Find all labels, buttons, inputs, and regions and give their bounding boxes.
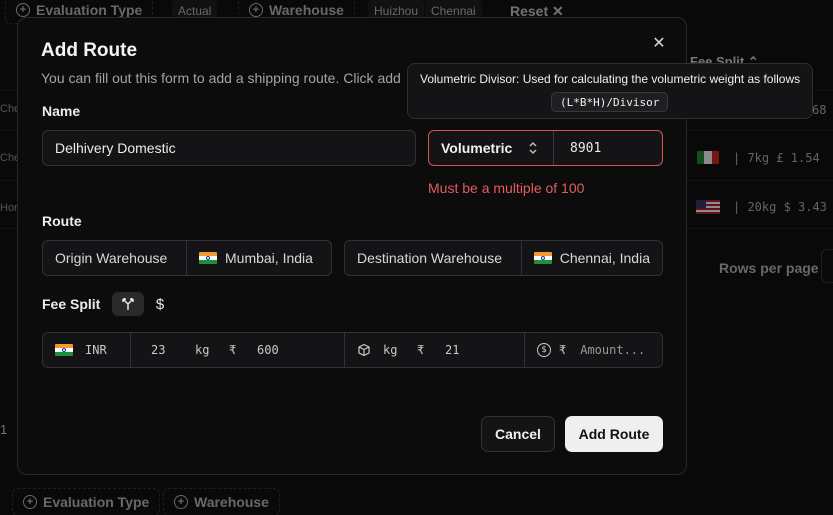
india-flag-icon (533, 252, 552, 264)
split-arrows-icon (121, 297, 135, 311)
tooltip-formula: (L*B*H)/Divisor (551, 92, 669, 112)
volumetric-divisor-tooltip: Volumetric Divisor: Used for calculating… (407, 63, 813, 119)
destination-warehouse-label: Destination Warehouse (357, 250, 503, 266)
add-route-button[interactable]: Add Route (565, 416, 663, 452)
currency-mode-toggle[interactable]: $ (144, 292, 176, 316)
fee-split-label: Fee Split (42, 296, 101, 312)
india-flag-icon (199, 252, 217, 264)
split-mode-toggle[interactable] (112, 292, 144, 316)
name-input[interactable]: Delhivery Domestic (42, 130, 416, 166)
currency-select[interactable]: INR (43, 333, 130, 367)
cancel-button[interactable]: Cancel (481, 416, 555, 452)
origin-warehouse-label: Origin Warehouse (55, 250, 168, 266)
per-kg-input[interactable]: 21 (445, 343, 459, 357)
currency-symbol: ₹ (229, 343, 237, 357)
destination-warehouse-select[interactable]: Destination Warehouse Chennai, India (344, 240, 663, 276)
fixed-fee-cell: $ ₹ Amount... (524, 333, 662, 367)
india-flag-icon (55, 344, 73, 356)
package-icon (357, 343, 383, 357)
dollar-circle-icon: $ (537, 343, 551, 357)
origin-warehouse-value: Mumbai, India (186, 241, 325, 275)
volumetric-error-message: Must be a multiple of 100 (428, 180, 585, 196)
fee-split-row: INR 23 kg ₹ 600 kg ₹ 21 $ ₹ Amount... (42, 332, 663, 368)
destination-warehouse-value: Chennai, India (520, 241, 662, 275)
close-icon: ✕ (652, 35, 666, 52)
dialog-description: You can fill out this form to add a ship… (41, 70, 401, 86)
volumetric-field: Volumetric 8901 (428, 130, 663, 166)
tooltip-text: Volumetric Divisor: Used for calculating… (420, 72, 801, 86)
dialog-title: Add Route (41, 40, 138, 61)
volumetric-divisor-input[interactable]: 8901 (554, 131, 662, 165)
chevron-up-down-icon (527, 140, 539, 156)
currency-symbol: ₹ (417, 343, 425, 357)
per-kg-fee-cell: kg ₹ 21 (344, 333, 524, 367)
weight-input[interactable]: 23 (143, 343, 195, 357)
weight-unit: kg (195, 343, 210, 357)
route-label: Route (42, 213, 82, 229)
close-button[interactable]: ✕ (648, 32, 670, 54)
fixed-amount-input[interactable]: Amount... (574, 343, 645, 357)
name-label: Name (42, 103, 81, 119)
dollar-icon: $ (155, 295, 165, 313)
currency-symbol: ₹ (559, 343, 567, 357)
per-kg-unit: kg (383, 343, 398, 357)
volumetric-select[interactable]: Volumetric (429, 131, 554, 165)
origin-warehouse-select[interactable]: Origin Warehouse Mumbai, India (42, 240, 332, 276)
amount-input[interactable]: 600 (257, 343, 279, 357)
weight-fee-cell: 23 kg ₹ 600 (130, 333, 344, 367)
